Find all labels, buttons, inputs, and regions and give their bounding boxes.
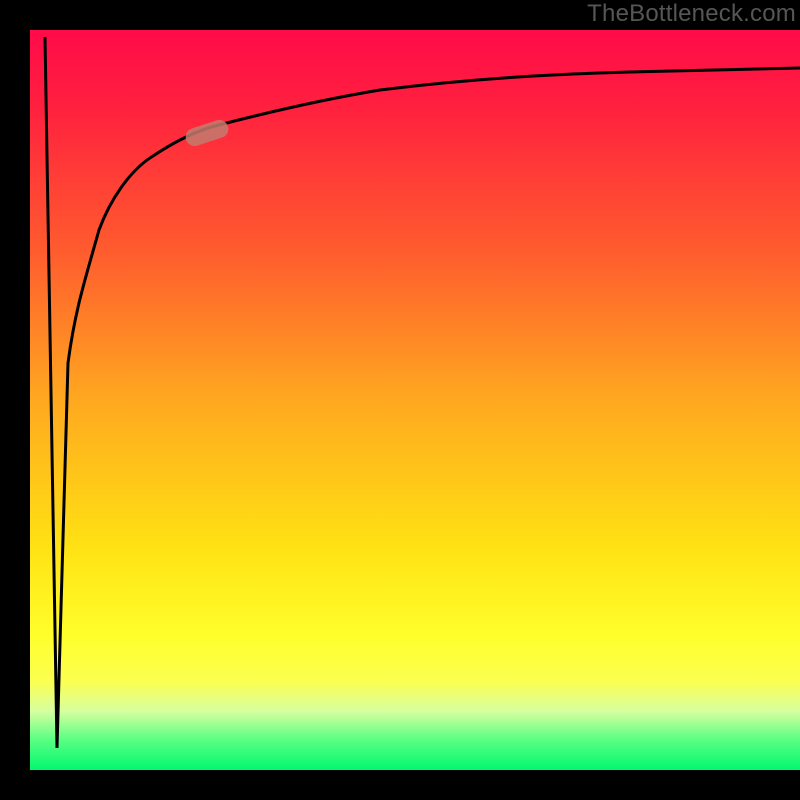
chart-frame: TheBottleneck.com <box>0 0 800 800</box>
watermark-text: TheBottleneck.com <box>587 0 796 28</box>
curve-marker <box>183 118 230 149</box>
bottleneck-curve <box>45 37 800 748</box>
curve-layer <box>30 30 800 770</box>
plot-area <box>30 30 800 770</box>
